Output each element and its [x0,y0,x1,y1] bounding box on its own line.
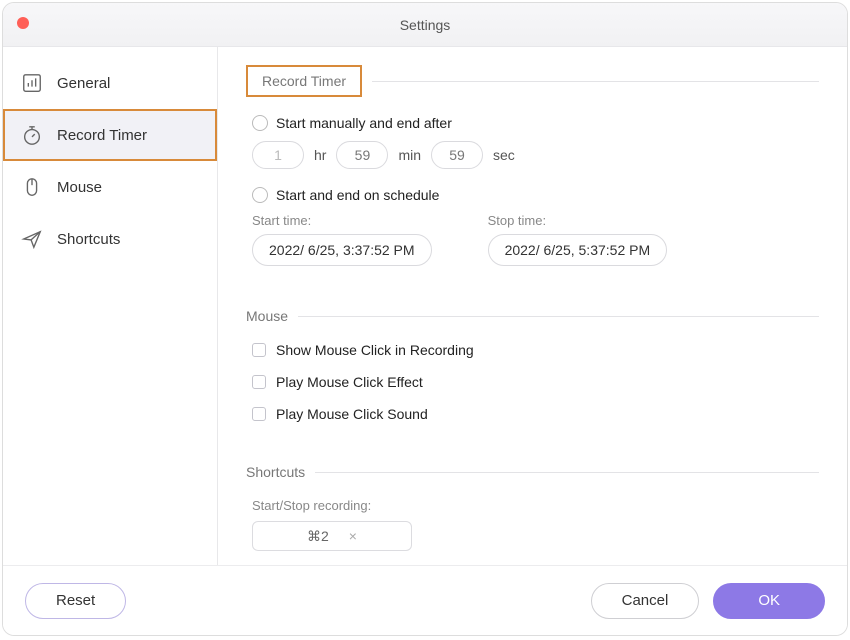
checkbox-show-mouse-click[interactable]: Show Mouse Click in Recording [252,342,819,358]
section-title-mouse: Mouse [246,308,288,324]
window-controls [17,17,29,29]
footer: Reset Cancel OK [3,565,847,635]
minutes-input[interactable]: 59 [336,141,388,169]
checkbox-icon [252,375,266,389]
sidebar-item-mouse[interactable]: Mouse [3,161,217,213]
stopwatch-icon [21,124,43,146]
divider [298,316,819,317]
radio-icon [252,187,268,203]
seconds-unit: sec [493,147,515,163]
section-header-shortcuts: Shortcuts [246,464,819,480]
duration-inputs: 1 hr 59 min 59 sec [252,141,819,169]
checkbox-label: Play Mouse Click Effect [276,374,423,390]
mouse-icon [21,176,43,198]
body: General Record Timer Mouse Shortcuts [3,47,847,565]
divider [315,472,819,473]
section-header-record-timer: Record Timer [246,65,819,97]
main-panel: Record Timer Start manually and end afte… [218,47,847,565]
shortcut-startstop-input[interactable]: ⌘2 × [252,521,412,551]
start-time-label: Start time: [252,213,432,228]
divider [372,81,819,82]
paper-plane-icon [21,228,43,250]
titlebar: Settings [3,3,847,47]
checkbox-label: Play Mouse Click Sound [276,406,428,422]
schedule-row: Start time: 2022/ 6/25, 3:37:52 PM Stop … [252,213,819,266]
radio-icon [252,115,268,131]
section-title-record-timer: Record Timer [246,65,362,97]
sidebar-item-general[interactable]: General [3,57,217,109]
window-title: Settings [3,17,847,33]
section-title-shortcuts: Shortcuts [246,464,305,480]
seconds-input[interactable]: 59 [431,141,483,169]
sidebar-item-shortcuts[interactable]: Shortcuts [3,213,217,265]
minutes-unit: min [398,147,421,163]
checkbox-play-click-sound[interactable]: Play Mouse Click Sound [252,406,819,422]
start-time-col: Start time: 2022/ 6/25, 3:37:52 PM [252,213,432,266]
shortcut-value: ⌘2 [307,528,329,545]
radio-schedule[interactable]: Start and end on schedule [252,187,819,203]
sidebar-item-label: Shortcuts [57,231,120,248]
section-body-record-timer: Start manually and end after 1 hr 59 min… [246,115,819,266]
sidebar-item-label: Record Timer [57,127,147,144]
radio-label: Start and end on schedule [276,187,439,203]
hours-input[interactable]: 1 [252,141,304,169]
shortcut-startstop-label: Start/Stop recording: [252,498,819,513]
bar-chart-icon [21,72,43,94]
stop-time-input[interactable]: 2022/ 6/25, 5:37:52 PM [488,234,668,266]
section-body-mouse: Show Mouse Click in Recording Play Mouse… [246,342,819,422]
stop-time-label: Stop time: [488,213,668,228]
ok-button[interactable]: OK [713,583,825,619]
hours-unit: hr [314,147,326,163]
checkbox-icon [252,343,266,357]
sidebar-item-record-timer[interactable]: Record Timer [3,109,217,161]
checkbox-icon [252,407,266,421]
clear-shortcut-icon[interactable]: × [349,528,357,544]
radio-start-manually[interactable]: Start manually and end after [252,115,819,131]
sidebar-item-label: Mouse [57,179,102,196]
settings-window: Settings General Record Timer Mouse [2,2,848,636]
cancel-button[interactable]: Cancel [591,583,700,619]
reset-button[interactable]: Reset [25,583,126,619]
checkbox-label: Show Mouse Click in Recording [276,342,474,358]
close-window-button[interactable] [17,17,29,29]
stop-time-col: Stop time: 2022/ 6/25, 5:37:52 PM [488,213,668,266]
checkbox-play-click-effect[interactable]: Play Mouse Click Effect [252,374,819,390]
section-body-shortcuts: Start/Stop recording: ⌘2 × [246,498,819,551]
sidebar-item-label: General [57,75,110,92]
start-time-input[interactable]: 2022/ 6/25, 3:37:52 PM [252,234,432,266]
radio-label: Start manually and end after [276,115,452,131]
section-header-mouse: Mouse [246,308,819,324]
sidebar: General Record Timer Mouse Shortcuts [3,47,218,565]
